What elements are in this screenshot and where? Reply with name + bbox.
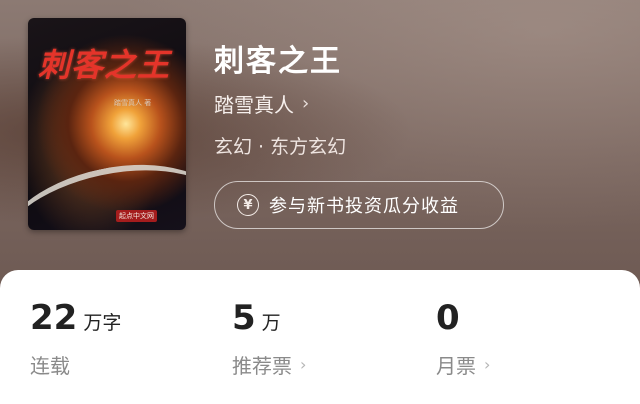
stat-word-count: 22 万字 连载 <box>30 298 121 379</box>
yen-icon: ¥ <box>237 194 259 216</box>
author-link[interactable]: 踏雪真人 › <box>214 90 310 117</box>
cover-author: 踏雪真人 著 <box>114 99 152 107</box>
book-genre: 玄幻 · 东方玄幻 <box>214 136 347 158</box>
chevron-right-icon: › <box>302 92 310 114</box>
recommend-votes-label: 推荐票 <box>232 354 292 378</box>
word-count-value: 22 <box>30 298 78 338</box>
invest-button-label: 参与新书投资瓜分收益 <box>269 196 459 217</box>
stat-monthly-votes[interactable]: 0 月票 › <box>436 298 490 379</box>
stat-recommend-votes[interactable]: 5 万 推荐票 › <box>232 298 306 379</box>
stats-card: 22 万字 连载 5 万 推荐票 › 0 月票 › <box>0 270 640 404</box>
recommend-votes-unit: 万 <box>261 312 281 334</box>
invest-button[interactable]: ¥ 参与新书投资瓜分收益 <box>214 181 504 229</box>
cover-planet-arc <box>28 145 186 230</box>
book-cover[interactable]: 刺客之王 踏雪真人 著 起点中文网 <box>28 18 186 230</box>
cover-title: 刺客之王 <box>38 46 171 84</box>
chevron-right-icon: › <box>300 355 307 374</box>
monthly-votes-value: 0 <box>436 298 460 338</box>
book-title: 刺客之王 <box>214 44 342 79</box>
word-count-unit: 万字 <box>83 312 122 334</box>
chevron-right-icon: › <box>484 355 491 374</box>
cover-publisher-logo: 起点中文网 <box>116 210 157 222</box>
monthly-votes-label: 月票 <box>436 354 476 378</box>
author-name: 踏雪真人 <box>214 92 294 117</box>
recommend-votes-value: 5 <box>232 298 256 338</box>
serialization-status: 连载 <box>30 354 70 378</box>
